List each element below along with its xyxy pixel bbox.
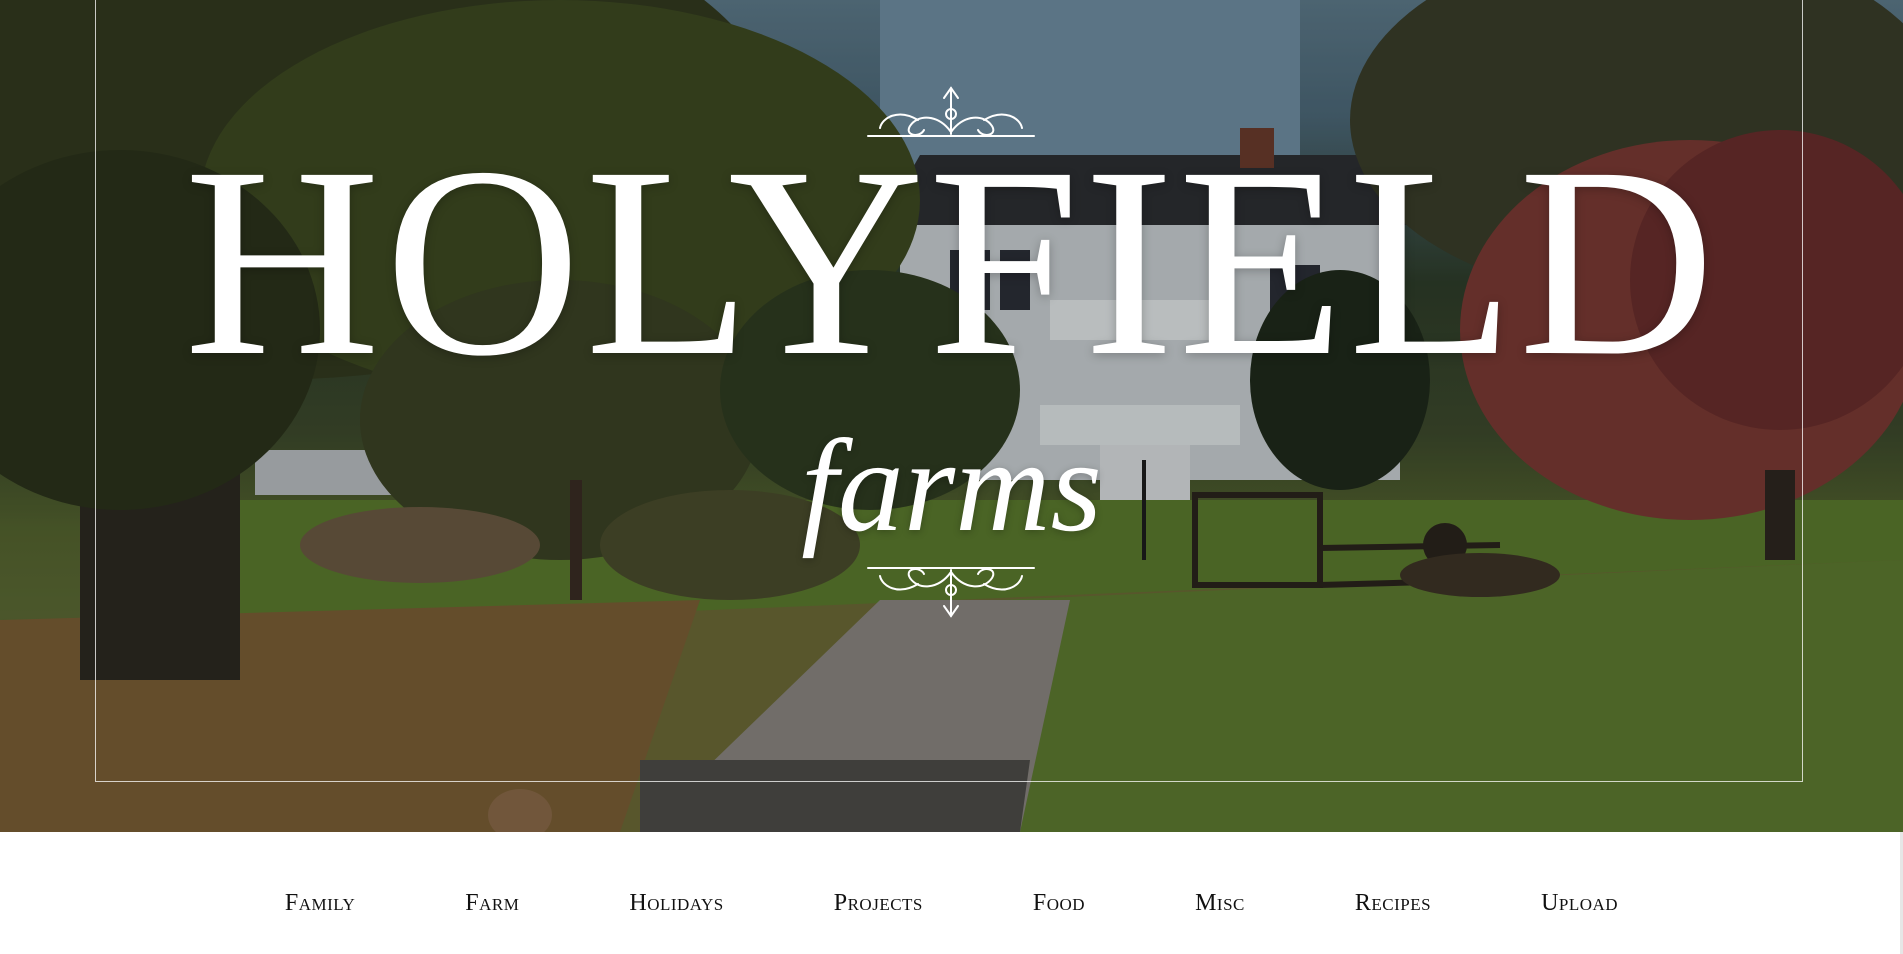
- nav-link-family[interactable]: Family: [285, 890, 355, 916]
- nav-item-upload: Upload: [1541, 890, 1618, 917]
- nav-link-farm[interactable]: Farm: [465, 890, 519, 916]
- nav-link-projects[interactable]: Projects: [834, 890, 923, 916]
- nav-item-recipes: Recipes: [1355, 890, 1431, 917]
- nav-item-family: Family: [285, 890, 355, 917]
- nav-link-misc[interactable]: Misc: [1195, 890, 1245, 916]
- site-subtitle: farms: [801, 412, 1102, 559]
- nav-item-projects: Projects: [834, 890, 923, 917]
- nav-menu: Family Farm Holidays Projects Food Misc …: [0, 890, 1903, 917]
- nav-item-farm: Farm: [465, 890, 519, 917]
- nav-item-misc: Misc: [1195, 890, 1245, 917]
- flourish-ornament-icon: [867, 567, 1035, 618]
- nav-item-food: Food: [1033, 890, 1085, 917]
- page: HOLYFIELD farms Family Farm Holidays Pro…: [0, 0, 1903, 954]
- nav-link-food[interactable]: Food: [1033, 890, 1085, 916]
- hero-banner: HOLYFIELD farms: [0, 0, 1903, 832]
- nav-item-holidays: Holidays: [629, 890, 723, 917]
- nav-link-holidays[interactable]: Holidays: [629, 890, 723, 916]
- nav-link-recipes[interactable]: Recipes: [1355, 890, 1431, 916]
- nav-link-upload[interactable]: Upload: [1541, 890, 1618, 916]
- site-title: HOLYFIELD: [184, 111, 1719, 412]
- main-navigation: Family Farm Holidays Projects Food Misc …: [0, 832, 1903, 954]
